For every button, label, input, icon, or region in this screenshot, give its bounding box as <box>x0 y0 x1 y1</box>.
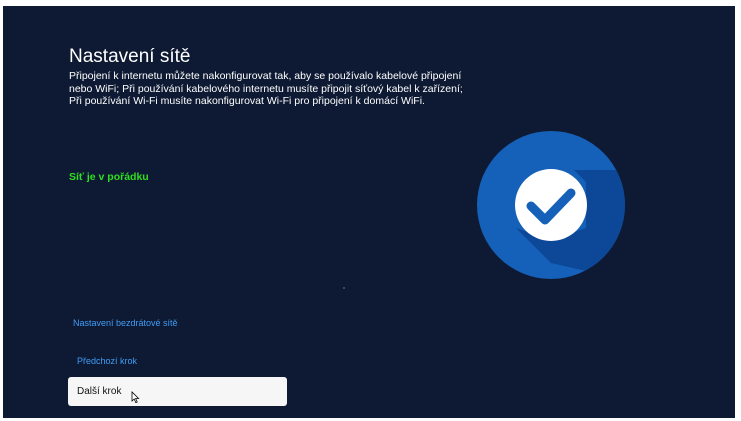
network-status-text: Síť je v pořádku <box>69 171 149 183</box>
network-setup-screen: Nastavení sítě Připojení k internetu můž… <box>3 6 735 418</box>
mouse-pointer-icon <box>131 391 140 404</box>
page-description: Připojení k internetu můžete nakonfiguro… <box>69 70 463 108</box>
checkmark-circle-icon <box>477 131 625 279</box>
wireless-settings-link[interactable]: Nastavení bezdrátové sítě <box>73 318 178 328</box>
artifact-dot <box>343 287 345 289</box>
page-title: Nastavení sítě <box>69 46 191 67</box>
next-step-label: Další krok <box>77 386 122 397</box>
previous-step-link[interactable]: Předchozí krok <box>77 356 137 366</box>
next-step-button[interactable]: Další krok <box>68 377 287 406</box>
